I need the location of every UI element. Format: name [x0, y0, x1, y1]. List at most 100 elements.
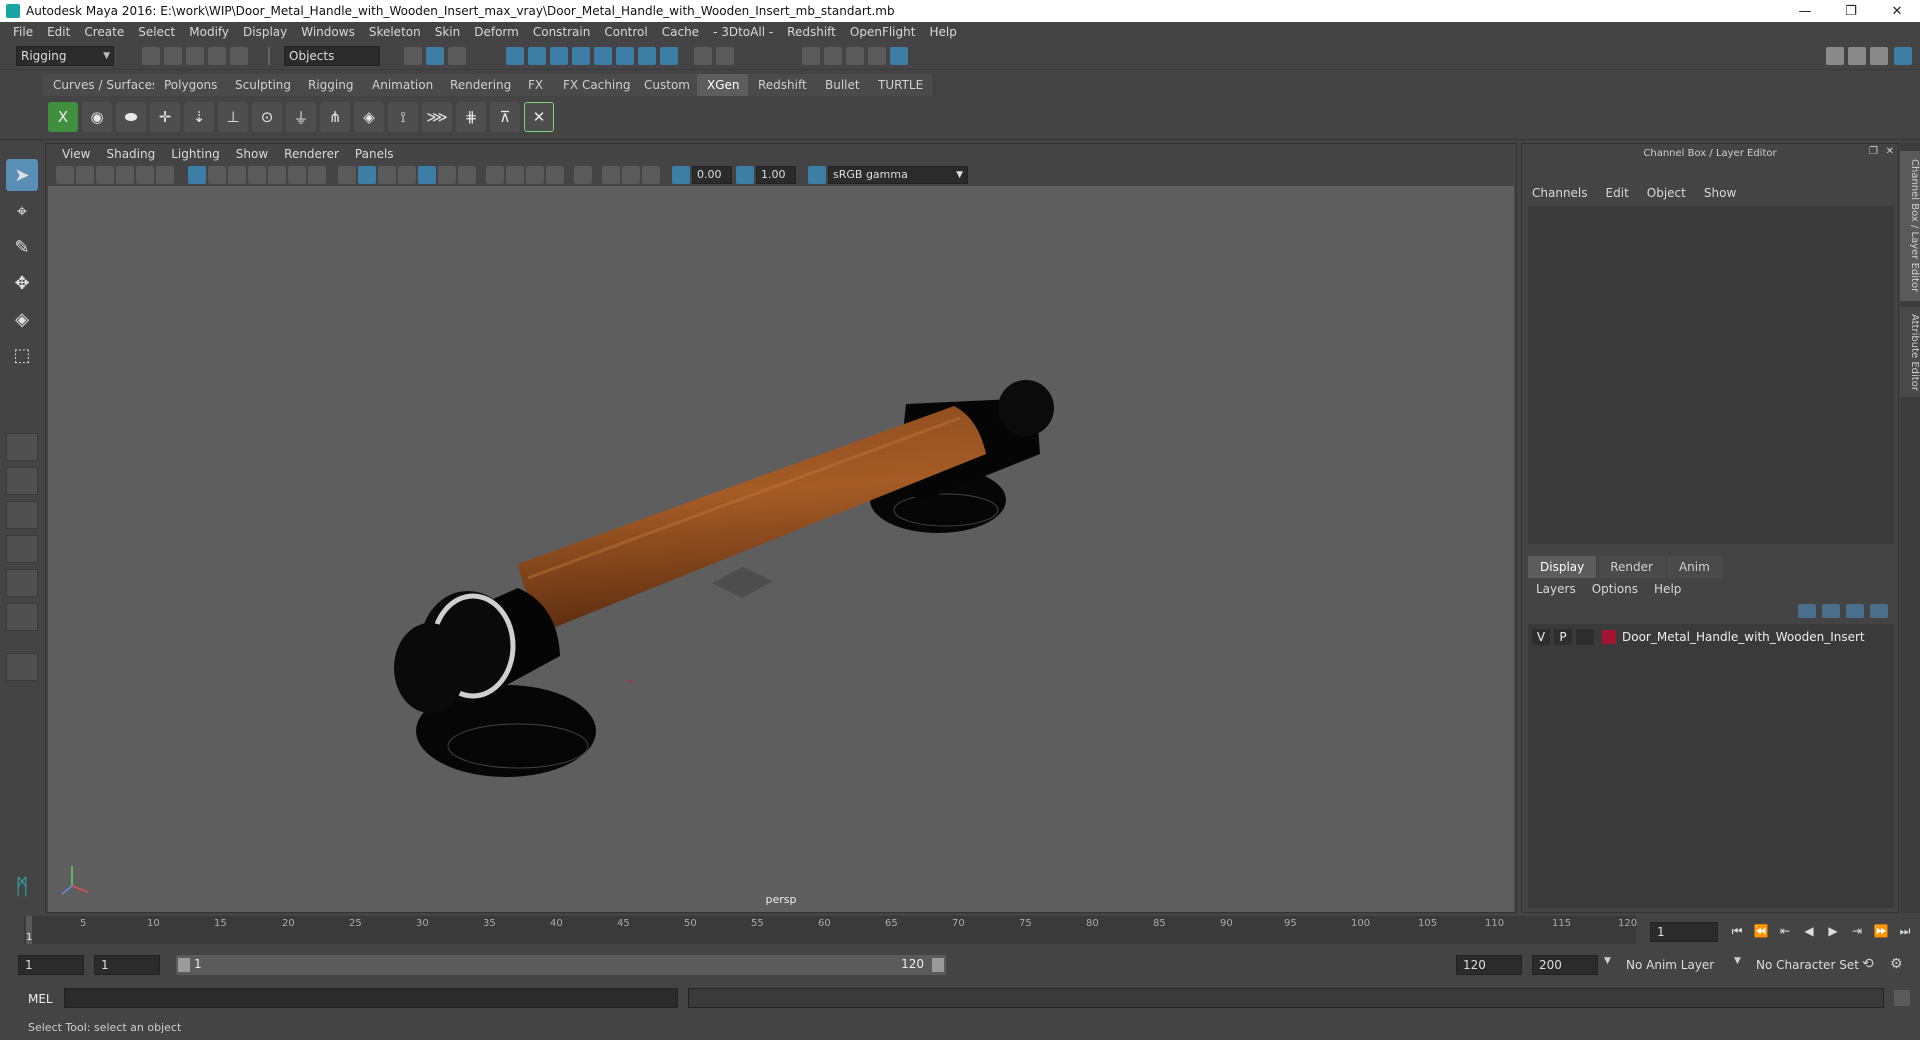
- snap-surface-icon[interactable]: [638, 47, 656, 65]
- xgen-guide-sculpt-icon[interactable]: ⟟: [388, 102, 418, 132]
- step-back-key-icon[interactable]: ⇤: [1776, 922, 1794, 940]
- smooth-shade-icon[interactable]: [358, 166, 376, 184]
- viewport-menu-view[interactable]: View: [54, 147, 98, 161]
- shelf-tab-redshift[interactable]: Redshift: [748, 74, 818, 96]
- two-pane-stacked-layout-icon[interactable]: [6, 535, 38, 563]
- menu-control[interactable]: Control: [597, 25, 654, 39]
- film-gate-icon[interactable]: [208, 166, 226, 184]
- outliner-graph-layout-icon[interactable]: [6, 603, 38, 631]
- safe-title-icon[interactable]: [308, 166, 326, 184]
- selection-mask-dropdown[interactable]: Objects: [284, 46, 380, 66]
- shelf-tab-rendering[interactable]: Rendering: [440, 74, 523, 96]
- four-pane-layout-icon[interactable]: [6, 467, 38, 495]
- chevron-down-icon[interactable]: ▼: [1734, 956, 1741, 966]
- snap-curve-icon[interactable]: [528, 47, 546, 65]
- go-to-start-icon[interactable]: ⏮: [1728, 922, 1746, 940]
- go-to-end-icon[interactable]: ⏭: [1896, 922, 1914, 940]
- menu-skeleton[interactable]: Skeleton: [362, 25, 428, 39]
- range-end-handle[interactable]: [932, 958, 944, 972]
- menu-edit[interactable]: Edit: [40, 25, 77, 39]
- play-backwards-icon[interactable]: ◀: [1800, 922, 1818, 940]
- field-chart-icon[interactable]: [268, 166, 286, 184]
- shelf-tab-bullet[interactable]: Bullet: [815, 74, 871, 96]
- viewport-menu-lighting[interactable]: Lighting: [163, 147, 228, 161]
- bookmark-icon[interactable]: [96, 166, 114, 184]
- construction-history-icon[interactable]: [716, 47, 734, 65]
- layer-tab-display[interactable]: Display: [1528, 556, 1597, 578]
- close-button[interactable]: ✕: [1874, 0, 1920, 22]
- move-layer-up-icon[interactable]: [1798, 604, 1816, 618]
- new-layer-from-selection-icon[interactable]: [1870, 604, 1888, 618]
- script-language-toggle[interactable]: MEL: [28, 992, 53, 1006]
- image-plane-icon[interactable]: [116, 166, 134, 184]
- script-editor-icon[interactable]: [1894, 990, 1910, 1006]
- ipr-render-icon[interactable]: [846, 47, 864, 65]
- auto-key-icon[interactable]: ⟲: [1862, 956, 1874, 972]
- menu-3dtoall[interactable]: - 3DtoAll -: [706, 25, 780, 39]
- menu-skin[interactable]: Skin: [428, 25, 468, 39]
- custom-layout-icon[interactable]: [6, 653, 38, 681]
- select-hierarchy-icon[interactable]: [404, 47, 422, 65]
- xgen-editor-icon[interactable]: X: [48, 102, 78, 132]
- camera-attributes-icon[interactable]: [76, 166, 94, 184]
- anim-layer-dropdown[interactable]: No Anim Layer: [1626, 958, 1714, 972]
- playback-start-field[interactable]: 1: [94, 955, 160, 975]
- snap-view-plane-icon[interactable]: [572, 47, 590, 65]
- select-component-icon[interactable]: [448, 47, 466, 65]
- xgen-interactive-groom-icon[interactable]: ✕: [524, 102, 554, 132]
- step-forward-frame-icon[interactable]: ⏩: [1872, 922, 1890, 940]
- channel-menu-show[interactable]: Show: [1704, 186, 1745, 200]
- play-forwards-icon[interactable]: ▶: [1824, 922, 1842, 940]
- shelf-tab-custom[interactable]: Custom: [634, 74, 701, 96]
- shelf-tab-fx[interactable]: FX: [518, 74, 555, 96]
- close-panel-icon[interactable]: ✕: [1886, 146, 1894, 157]
- animation-end-field[interactable]: 200: [1532, 955, 1598, 975]
- channel-menu-object[interactable]: Object: [1647, 186, 1695, 200]
- resolution-gate-icon[interactable]: [228, 166, 246, 184]
- hypershade-icon[interactable]: [890, 47, 908, 65]
- layer-tab-render[interactable]: Render: [1598, 556, 1665, 578]
- layer-tab-anim[interactable]: Anim: [1666, 556, 1722, 578]
- chevron-down-icon[interactable]: ▼: [1604, 956, 1611, 966]
- layer-row[interactable]: V P Door_Metal_Handle_with_Wooden_Insert: [1532, 628, 1890, 646]
- exposure-field[interactable]: 0.00: [692, 166, 732, 184]
- menu-set-dropdown[interactable]: Rigging ▼: [16, 46, 114, 66]
- scale-tool-icon[interactable]: ⬚: [6, 339, 38, 371]
- viewport-menu-shading[interactable]: Shading: [98, 147, 163, 161]
- snap-vertex-icon[interactable]: [616, 47, 634, 65]
- shelf-tab-animation[interactable]: Animation: [362, 74, 445, 96]
- shelf-tab-curves-surfaces[interactable]: Curves / Surfaces: [43, 74, 170, 96]
- animation-preferences-icon[interactable]: ⚙: [1890, 956, 1903, 972]
- xray-components-icon[interactable]: [642, 166, 660, 184]
- xgen-add-guide-icon[interactable]: ✛: [150, 102, 180, 132]
- menu-deform[interactable]: Deform: [467, 25, 526, 39]
- single-pane-layout-icon[interactable]: [6, 433, 38, 461]
- lock-icon[interactable]: [694, 47, 712, 65]
- shelf-tab-xgen[interactable]: XGen: [697, 74, 751, 96]
- range-start-handle[interactable]: [178, 958, 190, 972]
- outliner-persp-layout-icon[interactable]: [6, 569, 38, 597]
- rotate-tool-icon[interactable]: ◈: [6, 303, 38, 335]
- menu-help[interactable]: Help: [922, 25, 963, 39]
- view-transform-dropdown[interactable]: sRGB gamma ▼: [828, 166, 968, 184]
- command-input[interactable]: [64, 988, 678, 1008]
- new-empty-layer-icon[interactable]: [1846, 604, 1864, 618]
- menu-create[interactable]: Create: [77, 25, 131, 39]
- new-scene-icon[interactable]: [142, 47, 160, 65]
- range-slider-bar[interactable]: 1 120: [176, 955, 946, 975]
- character-set-dropdown[interactable]: No Character Set: [1756, 958, 1859, 972]
- viewport-menu-show[interactable]: Show: [228, 147, 276, 161]
- menu-cache[interactable]: Cache: [655, 25, 706, 39]
- tool-settings-toggle-icon[interactable]: [1870, 47, 1888, 65]
- time-slider-track[interactable]: 1 5 10 15 20 25 30 35 40 45 50 55 60 65 …: [24, 916, 1637, 944]
- menu-redshift[interactable]: Redshift: [780, 25, 843, 39]
- channel-box-toggle-icon[interactable]: [1894, 47, 1912, 65]
- undo-icon[interactable]: [208, 47, 226, 65]
- layer-name[interactable]: Door_Metal_Handle_with_Wooden_Insert: [1622, 630, 1865, 644]
- depth-of-field-icon[interactable]: [546, 166, 564, 184]
- xgen-create-description-icon[interactable]: ⬬: [116, 102, 146, 132]
- float-panel-icon[interactable]: ❐: [1869, 146, 1878, 157]
- xgen-guide-visibility-icon[interactable]: ⊙: [252, 102, 282, 132]
- save-scene-icon[interactable]: [186, 47, 204, 65]
- xgen-layers-icon[interactable]: ◈: [354, 102, 384, 132]
